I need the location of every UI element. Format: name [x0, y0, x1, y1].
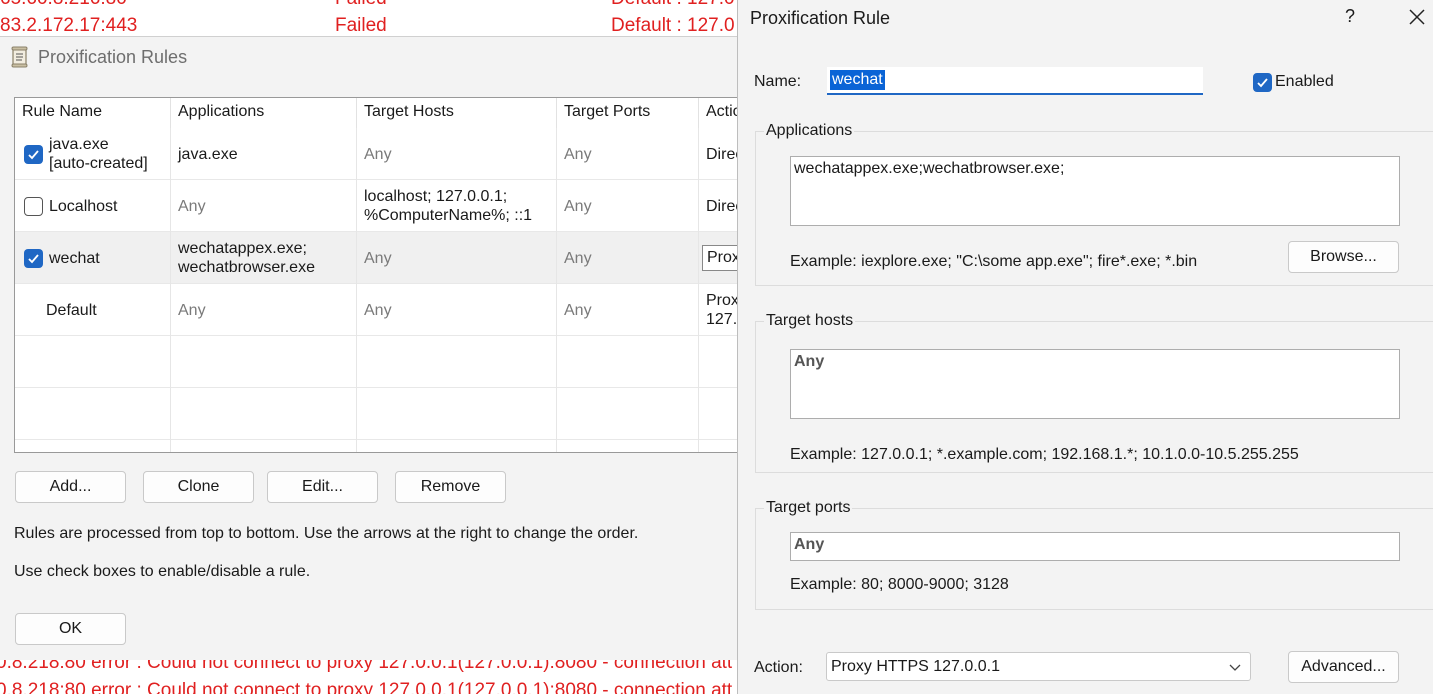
column-header-target-hosts[interactable]: Target Hosts [357, 98, 557, 128]
rule-name-input[interactable]: wechat [827, 67, 1203, 95]
target-ports-group-label: Target ports [764, 499, 853, 517]
proxification-rule-dialog: Proxification Rule ? Name: wechat Enable… [737, 0, 1433, 694]
rule-enabled-checkbox[interactable] [24, 196, 43, 216]
log-rule: Default : 127.0 [611, 0, 735, 10]
action-label: Action: [754, 659, 803, 676]
enabled-checkbox[interactable] [1253, 73, 1272, 92]
rule-name: wechat [49, 249, 100, 267]
table-row[interactable]: Localhost Any localhost; 127.0.0.1; %Com… [15, 180, 738, 232]
column-header-action[interactable]: Actio [699, 98, 738, 128]
rule-target-hosts: Any [357, 232, 557, 284]
rule-target-ports: Any [557, 180, 699, 232]
table-row[interactable]: java.exe [auto-created] java.exe Any Any… [15, 128, 738, 180]
rule-action: Direc [706, 145, 738, 163]
browse-button[interactable]: Browse... [1288, 241, 1399, 273]
proxification-rules-window: Proxification Rules Rule Name Applicatio… [0, 36, 738, 660]
applications-example: Example: iexplore.exe; "C:\some app.exe"… [790, 253, 1198, 270]
empty-row [15, 440, 738, 452]
rule-name-value: wechat [830, 70, 885, 90]
rule-target-ports: Any [557, 232, 699, 284]
rule-target-hosts: localhost; 127.0.0.1; %ComputerName%; ::… [357, 180, 557, 232]
log-host: 65.60.8.216:80 [0, 0, 127, 10]
rule-target-ports: Any [557, 284, 699, 336]
rule-name: Default [15, 284, 171, 336]
column-header-target-ports[interactable]: Target Ports [557, 98, 699, 128]
log-status: Failed [335, 0, 387, 10]
ok-button[interactable]: OK [15, 613, 126, 645]
help-button[interactable]: ? [1340, 6, 1360, 27]
log-error-line: 0.8.218:80 error : Could not connect to … [0, 680, 733, 694]
checkmark-icon [1257, 78, 1268, 88]
empty-row [15, 336, 738, 388]
rule-target-ports: Any [557, 128, 699, 180]
target-hosts-example: Example: 127.0.0.1; *.example.com; 192.1… [790, 446, 1299, 463]
target-hosts-group-label: Target hosts [764, 312, 856, 330]
rules-checkbox-info: Use check boxes to enable/disable a rule… [14, 563, 311, 580]
applications-input[interactable]: wechatappex.exe;wechatbrowser.exe; [790, 156, 1400, 226]
clone-button[interactable]: Clone [143, 471, 254, 503]
target-ports-input[interactable]: Any [790, 532, 1400, 561]
rules-table[interactable]: Rule Name Applications Target Hosts Targ… [14, 97, 738, 453]
rule-enabled-checkbox[interactable] [24, 248, 43, 268]
rule-dialog-title: Proxification Rule [750, 8, 891, 28]
column-header-rule-name[interactable]: Rule Name [15, 98, 171, 128]
rule-applications: Any [171, 180, 357, 232]
edit-button[interactable]: Edit... [267, 471, 378, 503]
scroll-icon [11, 46, 28, 68]
add-button[interactable]: Add... [15, 471, 126, 503]
remove-button[interactable]: Remove [395, 471, 506, 503]
rules-order-info: Rules are processed from top to bottom. … [14, 525, 639, 542]
checkmark-icon [28, 149, 39, 159]
rule-applications: Any [171, 284, 357, 336]
action-dropdown-value: Proxy HTTPS 127.0.0.1 [831, 657, 1000, 675]
target-ports-example: Example: 80; 8000-9000; 3128 [790, 576, 1009, 593]
rules-window-title-text: Proxification Rules [38, 46, 188, 67]
advanced-button[interactable]: Advanced... [1288, 651, 1399, 683]
table-row[interactable]: Default Any Any Any Proxy 127.0 [15, 284, 738, 336]
enabled-label: Enabled [1275, 73, 1334, 90]
rule-action: Proxy 127.0 [706, 292, 738, 328]
rule-target-hosts: Any [357, 128, 557, 180]
empty-row [15, 388, 738, 440]
rule-applications: wechatappex.exe; wechatbrowser.exe [171, 232, 357, 284]
log-status: Failed [335, 15, 387, 36]
log-rule: Default : 127.0 [611, 15, 735, 36]
column-header-applications[interactable]: Applications [171, 98, 357, 128]
log-host: 83.2.172.17:443 [0, 15, 138, 36]
rule-name: Localhost [49, 197, 118, 215]
rules-window-title: Proxification Rules [10, 46, 187, 68]
applications-group-label: Applications [764, 122, 855, 140]
table-row-selected[interactable]: wechat wechatappex.exe; wechatbrowser.ex… [15, 232, 738, 284]
action-dropdown[interactable]: Proxy HTTPS 127.0.0.1 [826, 652, 1251, 681]
rule-action[interactable]: Proxy [702, 245, 738, 271]
name-label: Name: [754, 73, 802, 90]
rule-action: Direc [706, 197, 738, 215]
rule-applications: java.exe [171, 128, 357, 180]
close-icon[interactable] [1406, 6, 1428, 28]
rule-enabled-checkbox[interactable] [24, 144, 43, 164]
checkmark-icon [28, 253, 39, 263]
rule-name: java.exe [auto-created] [49, 136, 148, 172]
target-hosts-input[interactable]: Any [790, 349, 1400, 419]
rule-target-hosts: Any [357, 284, 557, 336]
chevron-down-icon [1229, 664, 1241, 671]
